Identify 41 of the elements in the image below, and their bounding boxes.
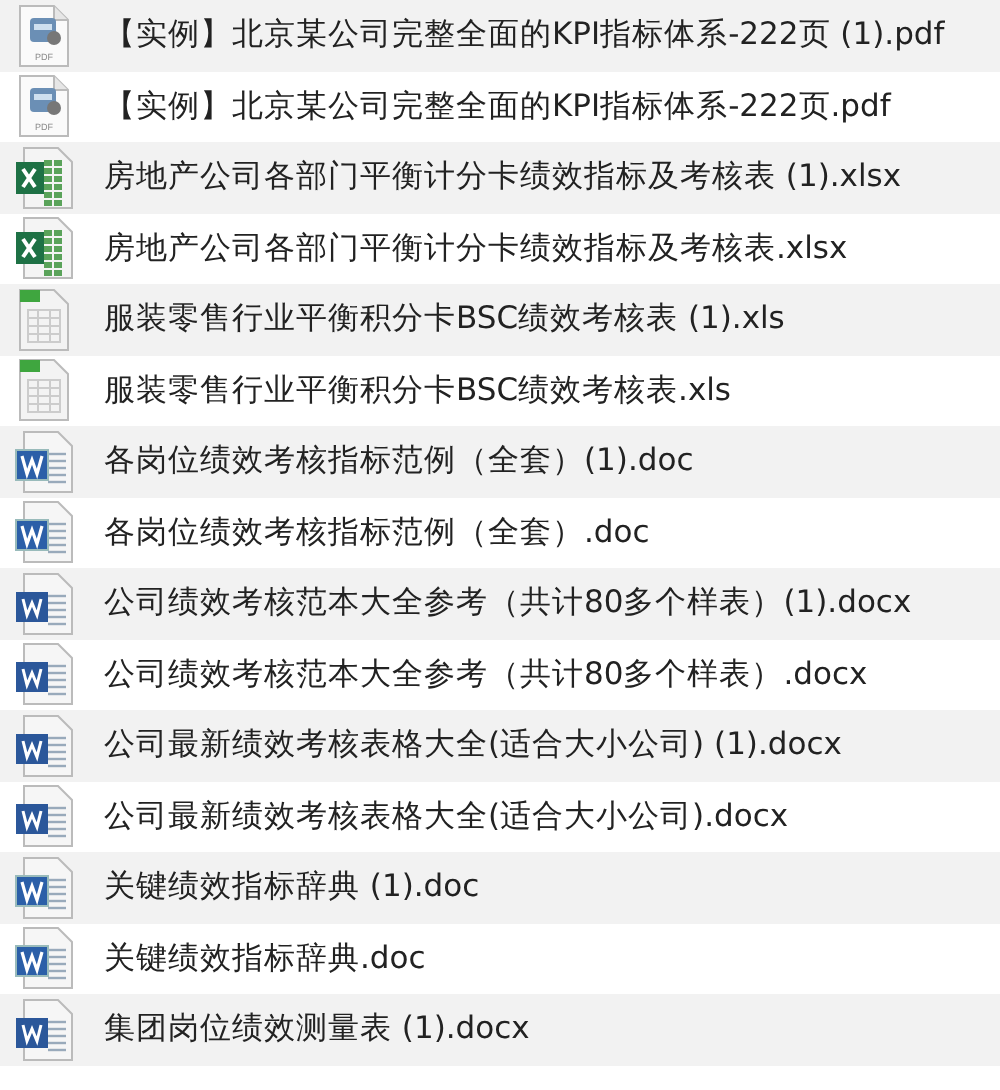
file-name: 关键绩效指标辞典.doc xyxy=(104,937,426,980)
spreadsheet-file-icon xyxy=(18,358,70,423)
file-name: 公司最新绩效考核表格大全(适合大小公司).docx xyxy=(104,795,789,838)
file-name: 关键绩效指标辞典 (1).doc xyxy=(104,866,480,909)
document-file-icon xyxy=(14,429,74,494)
file-row[interactable]: 集团岗位绩效测量表 (1).docx xyxy=(0,994,1000,1065)
spreadsheet-file-icon xyxy=(14,216,74,281)
file-name: 各岗位绩效考核指标范例（全套）.doc xyxy=(104,511,650,554)
file-name: 房地产公司各部门平衡计分卡绩效指标及考核表 (1).xlsx xyxy=(104,156,902,199)
document-file-icon xyxy=(14,855,74,920)
file-name: 公司绩效考核范本大全参考（共计80多个样表）(1).docx xyxy=(104,582,912,625)
file-name: 服装零售行业平衡积分卡BSC绩效考核表 (1).xls xyxy=(104,298,785,341)
spreadsheet-file-icon xyxy=(18,287,70,352)
file-name: 【实例】北京某公司完整全面的KPI指标体系-222页 (1).pdf xyxy=(104,14,945,57)
document-file-icon xyxy=(14,500,74,565)
file-name: 各岗位绩效考核指标范例（全套）(1).doc xyxy=(104,440,694,483)
file-row[interactable]: 各岗位绩效考核指标范例（全套）(1).doc xyxy=(0,426,1000,497)
file-row[interactable]: 公司最新绩效考核表格大全(适合大小公司).docx xyxy=(0,781,1000,852)
file-name: 集团岗位绩效测量表 (1).docx xyxy=(104,1008,530,1051)
document-file-icon xyxy=(14,926,74,991)
file-row[interactable]: 公司最新绩效考核表格大全(适合大小公司) (1).docx xyxy=(0,710,1000,781)
file-name: 服装零售行业平衡积分卡BSC绩效考核表.xls xyxy=(104,369,732,412)
document-file-icon xyxy=(14,997,74,1062)
file-row[interactable]: 房地产公司各部门平衡计分卡绩效指标及考核表 (1).xlsx xyxy=(0,142,1000,213)
file-row[interactable]: 各岗位绩效考核指标范例（全套）.doc xyxy=(0,497,1000,568)
file-row[interactable]: 公司绩效考核范本大全参考（共计80多个样表）(1).docx xyxy=(0,568,1000,639)
file-row[interactable]: 服装零售行业平衡积分卡BSC绩效考核表 (1).xls xyxy=(0,284,1000,355)
file-row[interactable]: 关键绩效指标辞典 (1).doc xyxy=(0,852,1000,923)
document-file-icon xyxy=(14,784,74,849)
file-row[interactable]: 服装零售行业平衡积分卡BSC绩效考核表.xls xyxy=(0,355,1000,426)
file-name: 公司绩效考核范本大全参考（共计80多个样表）.docx xyxy=(104,653,868,696)
file-row[interactable]: 关键绩效指标辞典.doc xyxy=(0,923,1000,994)
file-row[interactable]: 房地产公司各部门平衡计分卡绩效指标及考核表.xlsx xyxy=(0,213,1000,284)
document-file-icon xyxy=(14,571,74,636)
file-name: 【实例】北京某公司完整全面的KPI指标体系-222页.pdf xyxy=(104,85,891,128)
document-file-icon xyxy=(14,713,74,778)
spreadsheet-file-icon xyxy=(14,145,74,210)
file-name: 公司最新绩效考核表格大全(适合大小公司) (1).docx xyxy=(104,724,842,767)
file-row[interactable]: 公司绩效考核范本大全参考（共计80多个样表）.docx xyxy=(0,639,1000,710)
document-file-icon xyxy=(14,642,74,707)
file-name: 房地产公司各部门平衡计分卡绩效指标及考核表.xlsx xyxy=(104,227,848,270)
